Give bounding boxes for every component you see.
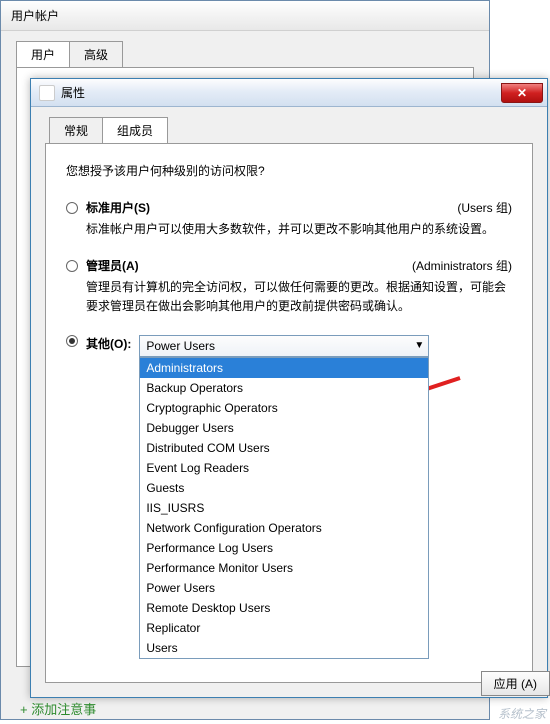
inner-tabs: 常规 组成员 [49,117,533,143]
radio-standard-user[interactable] [66,202,78,214]
tab-users[interactable]: 用户 [16,41,70,67]
label-standard-user: 标准用户(S) [86,199,150,216]
tab-general[interactable]: 常规 [49,117,103,143]
dropdown-item[interactable]: Replicator [140,618,428,638]
dropdown-item[interactable]: Backup Operators [140,378,428,398]
properties-dialog: 属性 ✕ 常规 组成员 您想授予该用户何种级别的访问权限? 标准用户(S) (U… [30,78,548,698]
dropdown-item[interactable]: Guests [140,478,428,498]
title-icon [39,85,55,101]
group-combobox[interactable]: Power Users ▼ [139,335,429,357]
group-hint-admins: (Administrators 组) [412,257,512,274]
desc-administrator: 管理员有计算机的完全访问权，可以做任何需要的更改。根据通知设置，可能会要求管理员… [86,278,512,316]
dropdown-item[interactable]: Debugger Users [140,418,428,438]
watermark-text: 系统之家 [498,705,546,722]
group-member-panel: 您想授予该用户何种级别的访问权限? 标准用户(S) (Users 组) 标准帐户… [45,143,533,683]
dropdown-item[interactable]: Remote Desktop Users [140,598,428,618]
dropdown-item[interactable]: Performance Log Users [140,538,428,558]
outer-tabs: 用户 高级 [16,41,489,67]
radio-administrator[interactable] [66,260,78,272]
dialog-button-strip: 应用 (A) [450,671,550,696]
dropdown-item[interactable]: Power Users [140,578,428,598]
access-question: 您想授予该用户何种级别的访问权限? [66,162,512,179]
radio-other[interactable] [66,335,78,347]
dropdown-item[interactable]: Users [140,638,428,658]
option-administrator: 管理员(A) (Administrators 组) 管理员有计算机的完全访问权，… [66,257,512,316]
group-dropdown: AdministratorsBackup OperatorsCryptograp… [139,357,429,659]
dropdown-item[interactable]: Network Configuration Operators [140,518,428,538]
outer-window-title: 用户帐户 [1,1,489,31]
label-administrator: 管理员(A) [86,257,139,274]
group-hint-users: (Users 组) [457,199,512,216]
dropdown-item[interactable]: Distributed COM Users [140,438,428,458]
chevron-down-icon: ▼ [414,340,424,351]
dropdown-item[interactable]: Performance Monitor Users [140,558,428,578]
dropdown-item[interactable]: Event Log Readers [140,458,428,478]
dialog-title: 属性 [61,84,85,101]
dropdown-item[interactable]: Administrators [140,358,428,378]
combo-selected-value: Power Users [146,339,215,353]
dropdown-item[interactable]: Cryptographic Operators [140,398,428,418]
dropdown-item[interactable]: IIS_IUSRS [140,498,428,518]
add-note-link[interactable]: + 添加注意事 [20,699,96,718]
option-other: 其他(O): Power Users ▼ AdministratorsBacku… [66,335,512,357]
tab-advanced[interactable]: 高级 [69,41,123,67]
tab-group-member[interactable]: 组成员 [102,117,168,143]
dialog-titlebar: 属性 ✕ [31,79,547,107]
apply-button[interactable]: 应用 (A) [481,671,550,696]
close-button[interactable]: ✕ [501,83,543,103]
option-standard-user: 标准用户(S) (Users 组) 标准帐户用户可以使用大多数软件，并可以更改不… [66,199,512,239]
close-icon: ✕ [517,86,527,100]
desc-standard-user: 标准帐户用户可以使用大多数软件，并可以更改不影响其他用户的系统设置。 [86,220,512,239]
label-other: 其他(O): [86,335,131,352]
